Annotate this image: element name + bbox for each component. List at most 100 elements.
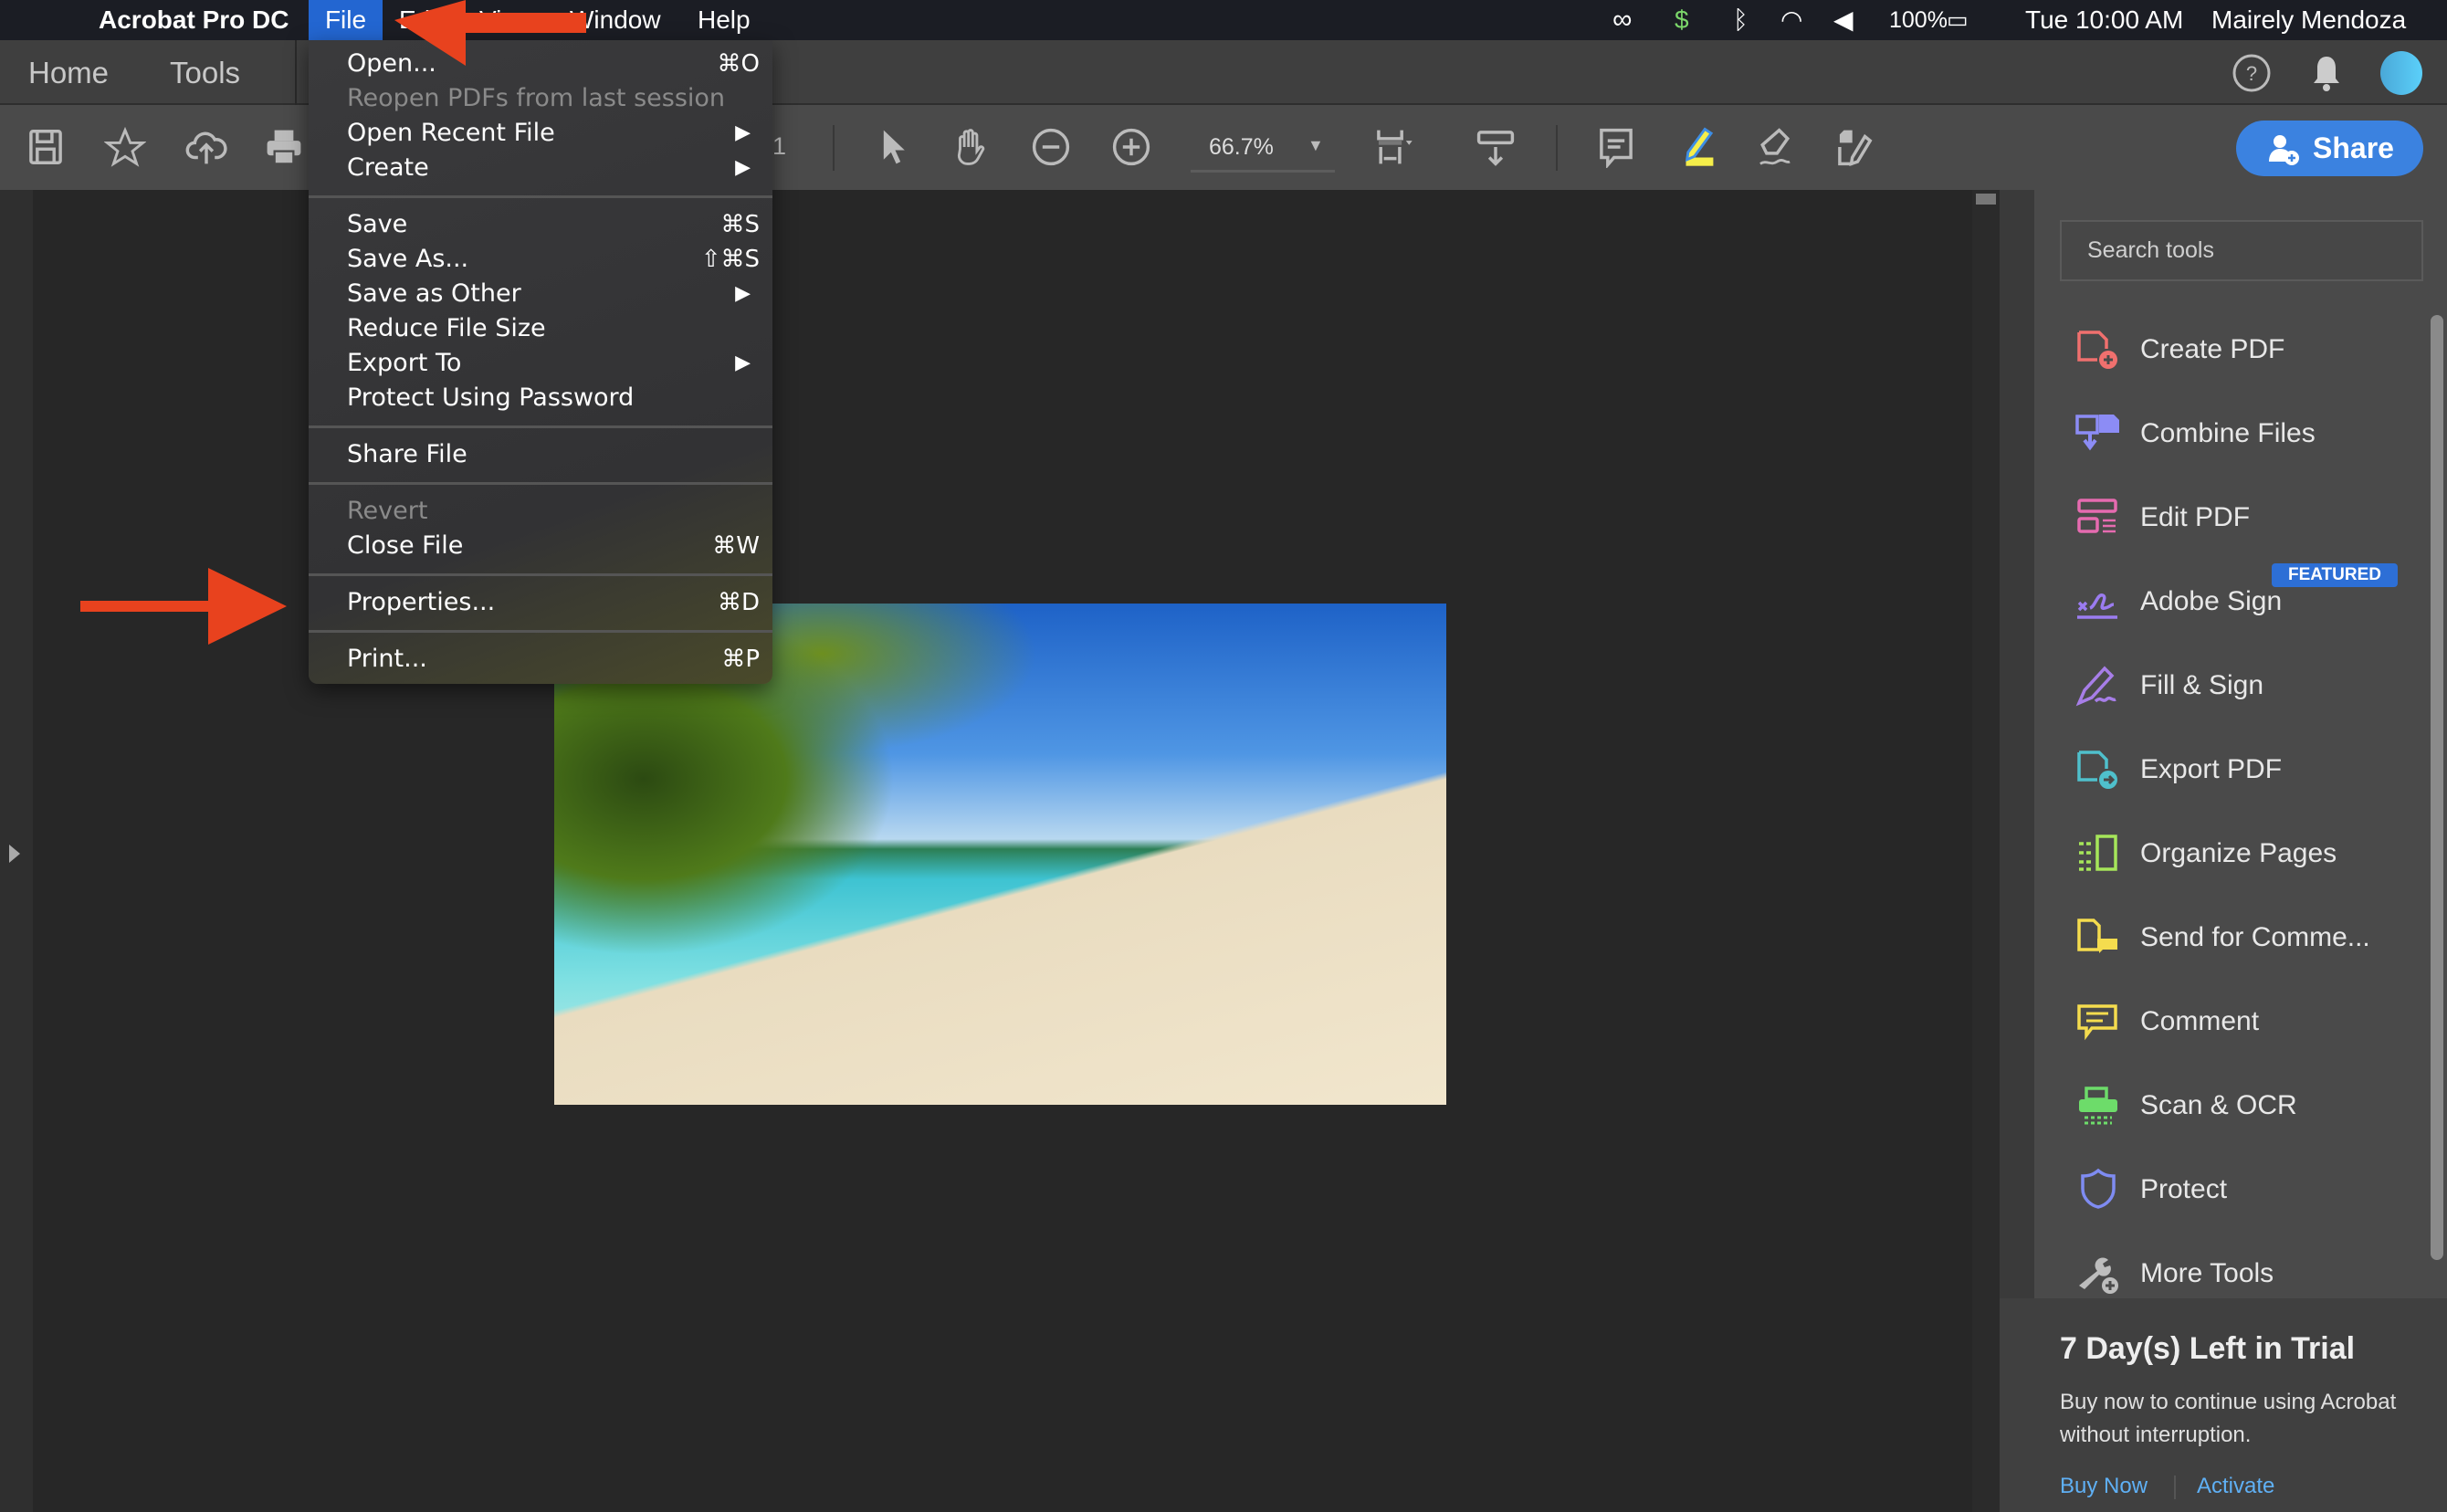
submenu-arrow-icon: ▶ [735,121,751,144]
print-icon[interactable] [260,123,308,171]
zoom-in-icon[interactable] [1108,123,1155,171]
tab-home[interactable]: Home [28,40,109,105]
toolbar-divider [833,125,835,171]
annotation-arrow-properties [80,568,287,645]
trial-body-line2: without interruption. [2060,1423,2252,1447]
save-icon[interactable] [22,123,69,171]
tool-create-pdf[interactable]: Create PDF [2073,322,2383,377]
submenu-arrow-icon: ▶ [735,352,751,374]
select-pointer-icon[interactable] [868,123,916,171]
zoom-value: 66.7% [1209,134,1274,160]
tab-divider [295,40,297,105]
scroll-mode-icon[interactable] [1472,123,1519,171]
add-user-icon [2269,134,2300,165]
menu-help[interactable]: Help [698,0,751,40]
menu-item-print[interactable]: Print... ⌘P [309,642,772,677]
app-name-menu[interactable]: Acrobat Pro DC [99,0,289,40]
tool-combine-files[interactable]: Combine Files [2073,406,2383,461]
wifi-icon[interactable]: ◠ [1780,0,1802,40]
user-name[interactable]: Mairely Mendoza [2211,0,2406,40]
featured-badge: FEATURED [2272,563,2398,587]
menu-item-protect-password[interactable]: Protect Using Password [309,381,772,415]
comment-tool-icon [2073,996,2124,1047]
tool-export-pdf[interactable]: Export PDF [2073,742,2383,797]
tool-comment[interactable]: Comment [2073,994,2383,1049]
tool-protect[interactable]: Protect [2073,1162,2383,1217]
creative-cloud-icon[interactable]: ∞ [1612,0,1632,40]
wrench-plus-icon [2073,1248,2124,1299]
toolbar-divider [1556,125,1558,171]
sign-pen-icon[interactable] [1751,123,1799,171]
menu-item-label: Close File [347,531,464,560]
buy-now-link[interactable]: Buy Now [2060,1474,2148,1499]
tools-scrollbar[interactable] [2431,315,2443,1260]
organize-pages-icon [2073,828,2124,879]
menu-separator [309,472,772,494]
clock[interactable]: Tue 10:00 AM [2025,0,2183,40]
hand-icon[interactable] [947,123,994,171]
menu-item-save-as-other[interactable]: Save as Other ▶ [309,277,772,311]
tool-send-for-comments[interactable]: Send for Comme... [2073,910,2383,965]
tool-edit-pdf[interactable]: Edit PDF [2073,490,2383,545]
tool-organize-pages[interactable]: Organize Pages [2073,826,2383,881]
menu-item-label: Properties... [347,588,496,616]
upload-cloud-icon[interactable] [183,123,230,171]
tool-scan-ocr[interactable]: Scan & OCR [2073,1078,2383,1133]
search-tools-input[interactable]: Search tools [2060,220,2423,281]
expand-left-pane-icon[interactable] [9,845,20,863]
menu-item-label: Protect Using Password [347,383,635,412]
menu-item-save[interactable]: Save ⌘S [309,207,772,242]
macos-menubar: Acrobat Pro DC File Edit View Window Hel… [0,0,2447,40]
edit-document-icon[interactable] [1831,123,1878,171]
menu-item-open-recent[interactable]: Open Recent File ▶ [309,116,772,151]
battery-icon[interactable]: ▭ [1947,0,1969,40]
chevron-down-icon: ▼ [1308,136,1324,154]
menu-item-close-file[interactable]: Close File ⌘W [309,529,772,563]
annotation-arrow-file [394,0,586,66]
menu-item-export-to[interactable]: Export To ▶ [309,346,772,381]
menu-shortcut: ⌘O [717,50,760,78]
combine-files-icon [2073,408,2124,459]
menu-item-label: Save [347,210,408,238]
submenu-arrow-icon: ▶ [735,156,751,179]
document-scrollbar[interactable] [1972,190,2000,1512]
tool-fill-sign[interactable]: Fill & Sign [2073,658,2383,713]
menu-separator [309,415,772,437]
menu-file[interactable]: File [309,0,383,40]
bluetooth-icon[interactable]: ᛒ [1733,0,1749,40]
menu-separator [309,563,772,585]
highlight-icon[interactable] [1673,123,1720,171]
menu-item-label: Open Recent File [347,119,555,147]
volume-icon[interactable]: ◀ [1833,0,1854,40]
menu-item-label: Revert [347,497,428,525]
trial-body-line1: Buy now to continue using Acrobat [2060,1390,2397,1414]
star-icon[interactable] [101,123,149,171]
tool-more-tools[interactable]: More Tools [2073,1246,2383,1301]
s-app-icon[interactable]: $ [1675,0,1689,40]
comment-icon[interactable] [1592,123,1640,171]
activate-link[interactable]: Activate [2197,1474,2274,1499]
menu-item-properties[interactable]: Properties... ⌘D [309,585,772,620]
help-icon[interactable]: ? [2232,53,2272,93]
zoom-dropdown[interactable]: 66.7% ▼ [1191,125,1335,173]
avatar[interactable] [2380,51,2422,95]
left-nav-pane [0,190,33,1512]
page-number[interactable]: 1 [772,132,786,161]
menu-item-label: Reopen PDFs from last session [347,84,726,112]
menu-item-save-as[interactable]: Save As... ⇧⌘S [309,242,772,277]
export-pdf-icon [2073,744,2124,795]
menu-item-reduce-file-size[interactable]: Reduce File Size [309,311,772,346]
scan-ocr-icon [2073,1080,2124,1131]
menu-item-share-file[interactable]: Share File [309,437,772,472]
edit-pdf-icon [2073,492,2124,543]
scrollbar-thumb[interactable] [1976,194,1996,205]
fit-page-icon[interactable] [1370,123,1417,171]
menu-separator [309,620,772,642]
bell-icon[interactable] [2308,53,2345,93]
menu-item-label: Export To [347,349,462,377]
tab-tools[interactable]: Tools [170,40,240,105]
share-button[interactable]: Share [2236,121,2423,176]
zoom-out-icon[interactable] [1027,123,1075,171]
shield-icon [2073,1164,2124,1215]
menu-item-create[interactable]: Create ▶ [309,151,772,185]
